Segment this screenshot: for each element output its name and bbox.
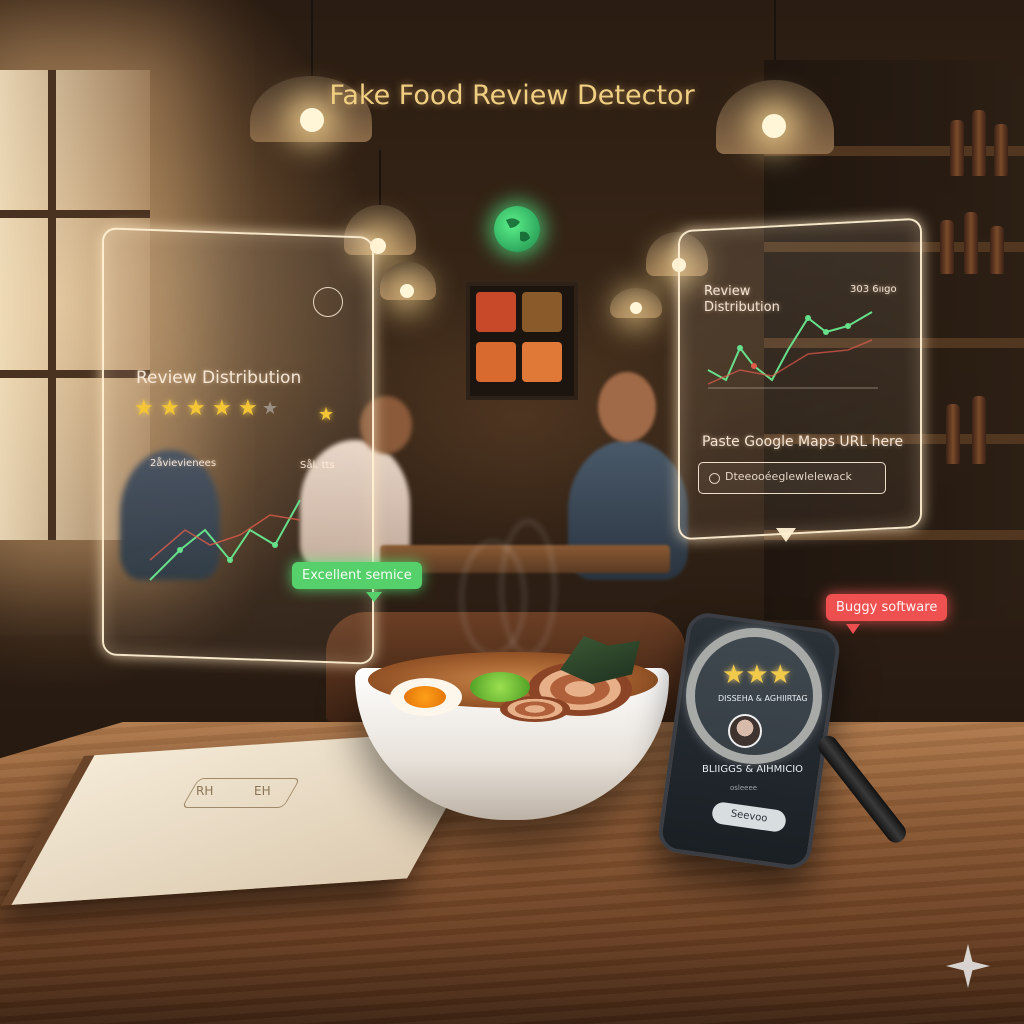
review-score-label: Sål. tts (300, 460, 335, 471)
star-icon: ★ (160, 396, 180, 421)
restaurant-scene: Fake Food Review Detector Review Distrib… (0, 0, 1024, 1024)
positive-review-bubble: Excellent semice (292, 562, 422, 589)
wall-menu-board (466, 282, 578, 400)
phone-small-text: osleeee (730, 784, 758, 792)
right-trend-chart (707, 311, 878, 389)
menu-emblem-right: EH (254, 784, 271, 798)
left-trend-chart (149, 499, 301, 581)
app-title: Fake Food Review Detector (329, 80, 695, 111)
green-onions (470, 672, 530, 702)
star-icon: ★ (212, 396, 232, 421)
input-icon (709, 473, 720, 484)
star-icon: ★ (134, 396, 154, 421)
magnifying-glass (686, 628, 822, 764)
url-input-value: Dteeooéeglewlelewack (725, 470, 852, 483)
maps-url-input[interactable]: Dteeooéeglewlelewack (698, 462, 886, 494)
menu-emblem-left: RH (196, 784, 214, 798)
phone-line2: BLIIGGS & AIHMICIO (702, 764, 804, 775)
chef-badge-icon (313, 287, 343, 317)
panel-heading: Review Distribution (136, 368, 302, 388)
star-icon: ★ (238, 396, 258, 421)
star-icon: ★ (318, 404, 335, 425)
star-icon: ★ (186, 396, 206, 421)
url-label: Paste Google Maps URL here (702, 434, 904, 450)
negative-review-bubble: Buggy software (826, 594, 948, 621)
globe-icon (494, 206, 540, 252)
star-icon: ★ (262, 398, 279, 419)
panel-heading-line1: Review (704, 284, 751, 299)
review-count: 303 6ııgo (850, 284, 897, 295)
review-count-label: 2åvievienees (150, 458, 217, 469)
